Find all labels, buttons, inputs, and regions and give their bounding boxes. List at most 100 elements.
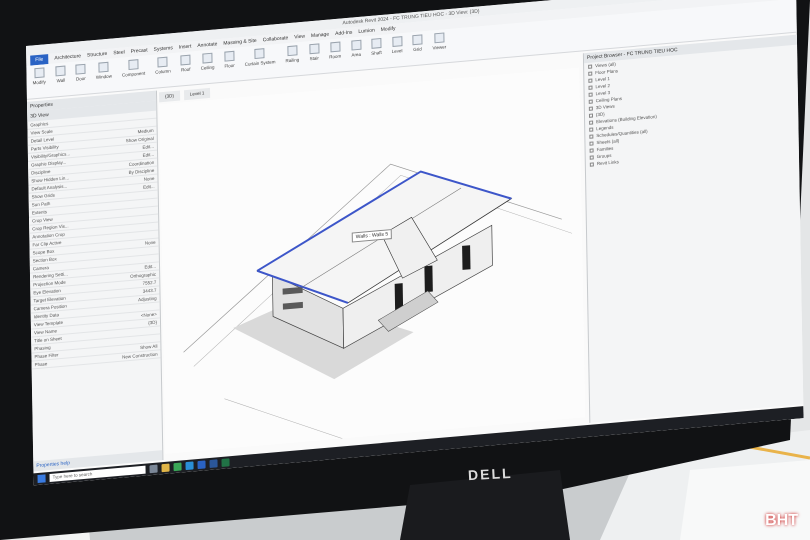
property-value: <None> [140, 311, 157, 319]
floor-icon [224, 50, 235, 62]
ribbon-label: Door [75, 75, 86, 82]
property-key: Identity Data [33, 312, 60, 320]
file-explorer-icon[interactable] [161, 463, 170, 473]
property-value: New Construction [122, 351, 158, 360]
property-key: Scope Box [32, 248, 55, 256]
expand-icon [589, 133, 594, 139]
expand-icon [588, 64, 593, 69]
ribbon-roof-button[interactable]: Roof [180, 54, 191, 83]
ribbon-label: Column [155, 68, 171, 75]
ceiling-icon [202, 52, 213, 64]
property-key: Show Grids [31, 192, 55, 200]
tab-level-1[interactable]: Level 1 [183, 87, 211, 101]
grid-icon [412, 34, 423, 46]
building-model [183, 163, 573, 447]
property-key: Phase Filter [34, 352, 59, 360]
expand-icon [588, 71, 593, 76]
chrome-icon[interactable] [173, 462, 182, 472]
properties-rows: Graphics View Scale Detail Level Medium Part… [27, 110, 161, 370]
properties-panel: Properties 3D View Graphics View Scale Det… [26, 90, 164, 472]
revit-screen: Autodesk Revit 2024 - FC TRUNG TIEU HOC … [26, 0, 804, 486]
ribbon-shaft-button[interactable]: Shaft [371, 37, 382, 66]
tab-3d-view[interactable]: {3D} [158, 90, 180, 103]
property-value: Coordination [128, 159, 155, 168]
property-key: Section Box [32, 256, 57, 264]
viewer-icon [434, 32, 445, 44]
column-icon [157, 56, 168, 68]
component-icon [128, 59, 139, 71]
expand-icon [589, 126, 594, 132]
stair-icon [308, 43, 320, 55]
property-key: Discipline [31, 168, 51, 176]
ribbon-stair-button[interactable]: Stair [308, 43, 320, 71]
ribbon-label: Room [329, 53, 342, 60]
level-icon [391, 36, 403, 48]
ribbon-label: Area [351, 51, 362, 58]
wall-icon [55, 65, 66, 77]
property-value: Edit... [142, 143, 154, 150]
expand-icon [589, 119, 594, 125]
property-key: View Scale [30, 128, 53, 136]
room-icon [329, 41, 341, 53]
ribbon-area-button[interactable]: Area [350, 39, 362, 68]
ribbon-label: Ceiling [200, 64, 215, 71]
property-value: Edit... [144, 263, 157, 270]
ribbon-floor-button[interactable]: Floor [224, 50, 235, 79]
expand-icon [589, 140, 594, 146]
property-key: Phasing [34, 344, 51, 352]
ribbon-door-button[interactable]: Door [75, 63, 86, 92]
ribbon-wall-button[interactable]: Wall [55, 65, 66, 94]
ribbon-grid-button[interactable]: Grid [412, 34, 423, 62]
property-key: Camera [32, 265, 49, 272]
ribbon-label: Window [95, 73, 112, 80]
3d-viewport[interactable]: Walls : Walls 5 [159, 67, 586, 454]
property-value: Edit... [143, 183, 155, 190]
door-icon [75, 63, 86, 75]
ribbon-railing-button[interactable]: Railing [285, 45, 299, 73]
property-value: Adjusting [138, 295, 157, 303]
property-value: 3443.7 [142, 287, 157, 294]
watermark-logo: BHT [765, 512, 798, 529]
ribbon-label: Grid [413, 46, 422, 53]
monitor-brand-logo: DELL [467, 464, 513, 484]
ribbon-ceiling-button[interactable]: Ceiling [200, 52, 215, 81]
property-value: {3D} [148, 319, 158, 326]
ribbon-component-button[interactable]: Component [122, 59, 146, 88]
property-value: 7552.7 [142, 279, 157, 286]
ribbon-room-button[interactable]: Room [329, 41, 341, 69]
browser-item-label: Revit Links [596, 159, 619, 167]
property-key: Graphics [30, 121, 49, 128]
property-key: Sun Path [31, 200, 51, 208]
ribbon-label: Shaft [371, 49, 382, 56]
ribbon-level-button[interactable]: Level [392, 36, 403, 64]
property-value: Medium [137, 127, 154, 135]
expand-icon [588, 78, 593, 83]
ribbon-window-button[interactable]: Window [95, 61, 112, 90]
expand-icon [588, 98, 593, 104]
property-value: None [144, 239, 156, 246]
property-value: By Discipline [128, 167, 155, 176]
photo-scene: Autodesk Revit 2024 - FC TRUNG TIEU HOC … [0, 0, 810, 540]
project-browser-tree: Views (all) Floor Plans Level 1 Level 2 Leve… [584, 45, 799, 168]
property-key: Detail Level [30, 136, 55, 144]
ribbon-modify-button[interactable]: Modify [32, 67, 46, 95]
property-key: Extents [31, 209, 47, 216]
ribbon-column-button[interactable]: Column [155, 56, 171, 84]
ribbon-label: Roof [180, 66, 191, 73]
expand-icon [588, 92, 593, 97]
task-view-icon[interactable] [149, 464, 158, 474]
excel-icon[interactable] [221, 458, 230, 467]
word-icon[interactable] [209, 459, 218, 469]
windows-start-icon[interactable] [37, 474, 46, 484]
window-icon [98, 61, 109, 73]
property-value: None [143, 175, 155, 182]
ribbon-label: Wall [56, 77, 66, 84]
revit-icon[interactable] [197, 460, 206, 470]
ribbon-curtain-system-button[interactable]: Curtain System [244, 47, 276, 77]
expand-icon [588, 85, 593, 90]
ribbon-viewer-button[interactable]: Viewer [432, 32, 446, 60]
edge-icon[interactable] [185, 461, 194, 471]
curtain-system-icon [254, 48, 266, 59]
ribbon-label: Modify [32, 79, 46, 86]
area-icon [350, 39, 362, 51]
